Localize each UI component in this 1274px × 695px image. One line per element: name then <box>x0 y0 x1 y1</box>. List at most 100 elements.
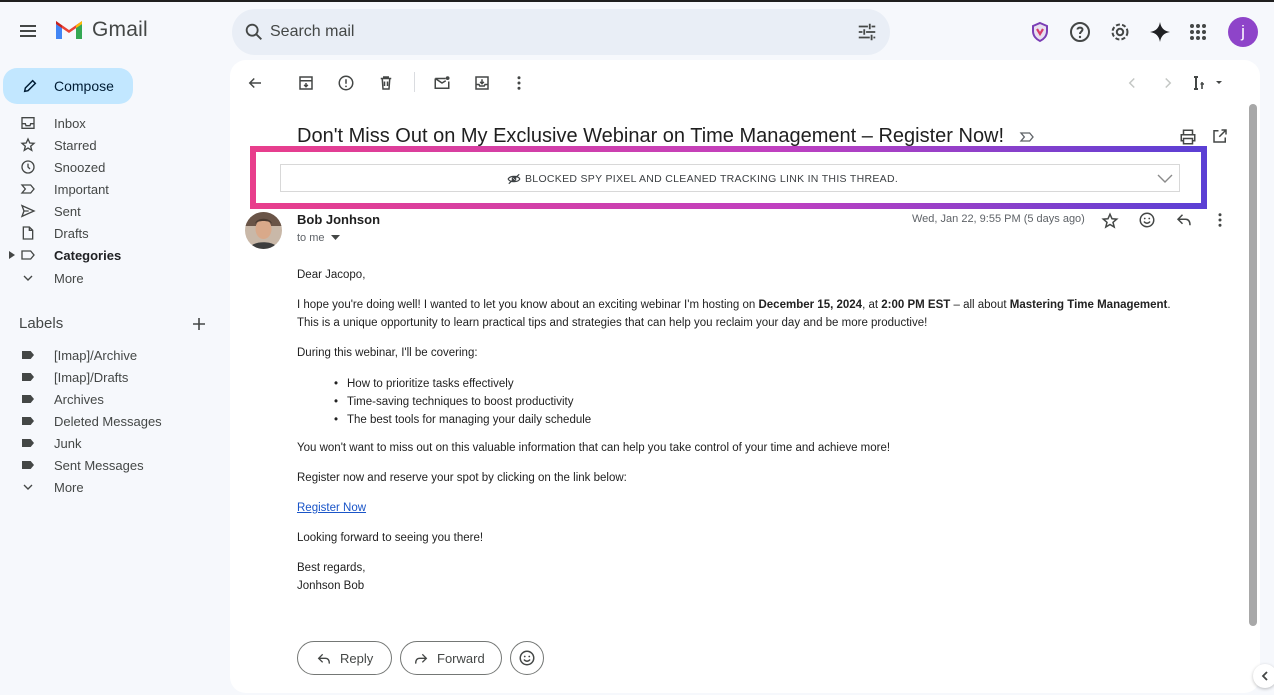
label-item-archives[interactable]: Archives <box>0 388 210 410</box>
email-bullet-list: How to prioritize tasks effectively Time… <box>334 375 591 429</box>
scrollbar-thumb[interactable] <box>1249 104 1257 626</box>
message-more-icon[interactable] <box>1211 211 1229 229</box>
print-icon[interactable] <box>1179 128 1197 146</box>
reply-button[interactable]: Reply <box>297 641 392 675</box>
sidebar-item-label: Starred <box>54 138 97 153</box>
sidebar-item-categories[interactable]: Categories <box>0 244 210 266</box>
list-item: The best tools for managing your daily s… <box>334 411 591 429</box>
sender-name: Bob Jonhson <box>297 212 381 227</box>
label-tag-icon <box>22 373 34 381</box>
more-options-icon[interactable] <box>510 74 528 92</box>
sidebar-item-drafts[interactable]: Drafts <box>0 222 210 244</box>
expand-caret-icon[interactable] <box>9 251 15 259</box>
gmail-logo[interactable]: Gmail <box>54 18 148 42</box>
sidebar-item-sent[interactable]: Sent <box>0 200 210 222</box>
compose-button[interactable]: Compose <box>3 68 133 104</box>
draft-icon <box>22 226 34 240</box>
sidebar-item-label: More <box>54 271 84 286</box>
email-paragraph-4: Register now and reserve your spot by cl… <box>297 472 627 484</box>
label-item-sent-messages[interactable]: Sent Messages <box>0 454 210 476</box>
forward-icon <box>415 653 428 664</box>
label-item-label: Sent Messages <box>54 458 144 473</box>
recipient-text: to me <box>297 232 325 244</box>
list-item: How to prioritize tasks effectively <box>334 375 591 393</box>
search-options-icon[interactable] <box>856 21 878 43</box>
email-paragraph-3: You won't want to miss out on this valua… <box>297 442 891 454</box>
chevron-down-icon[interactable] <box>1157 172 1173 184</box>
reply-label: Reply <box>340 651 374 666</box>
forward-label: Forward <box>437 651 485 666</box>
sidebar-item-label: Snoozed <box>54 160 106 175</box>
sidebar-item-important[interactable]: Important <box>0 178 210 200</box>
label-tag-icon <box>22 417 34 425</box>
chevron-left-icon <box>1261 671 1268 681</box>
sidebar-item-label: Categories <box>54 248 122 263</box>
banner-text: BLOCKED SPY PIXEL AND CLEANED TRACKING L… <box>525 173 899 185</box>
mark-unread-icon[interactable] <box>433 74 451 92</box>
shield-icon[interactable] <box>1028 20 1052 44</box>
open-new-window-icon[interactable] <box>1211 127 1229 145</box>
emoji-reaction-button[interactable] <box>510 641 544 675</box>
label-tag-icon <box>22 439 34 447</box>
star-icon[interactable] <box>1101 212 1119 230</box>
sidebar-item-more[interactable]: More <box>0 267 210 289</box>
sidebar-item-label: Important <box>54 182 109 197</box>
labels-more[interactable]: More <box>0 476 210 498</box>
sidebar-item-inbox[interactable]: Inbox <box>0 112 210 134</box>
help-icon[interactable] <box>1068 20 1092 44</box>
window-top-edge <box>0 0 1274 2</box>
label-icon <box>21 250 35 260</box>
sidebar-item-label: Drafts <box>54 226 89 241</box>
label-item-label: Deleted Messages <box>54 414 162 429</box>
labels-heading: Labels <box>19 315 64 332</box>
label-item-deleted-messages[interactable]: Deleted Messages <box>0 410 210 432</box>
important-label-icon[interactable] <box>1019 129 1035 145</box>
label-item-junk[interactable]: Junk <box>0 432 210 454</box>
tracker-blocked-banner[interactable]: BLOCKED SPY PIXEL AND CLEANED TRACKING L… <box>280 164 1180 192</box>
forward-button[interactable]: Forward <box>400 641 502 675</box>
account-avatar[interactable]: j <box>1228 17 1258 47</box>
report-spam-icon[interactable] <box>337 74 355 92</box>
sender-avatar[interactable] <box>245 212 282 249</box>
label-tag-icon <box>22 351 34 359</box>
sidebar-item-label: Inbox <box>54 116 86 131</box>
label-item-imap-drafts[interactable]: [Imap]/Drafts <box>0 366 210 388</box>
settings-icon[interactable] <box>1108 20 1132 44</box>
pencil-icon <box>23 79 37 93</box>
search-bar[interactable] <box>232 9 890 55</box>
email-paragraph-2: During this webinar, I'll be covering: <box>297 347 478 359</box>
label-item-imap-archive[interactable]: [Imap]/Archive <box>0 344 210 366</box>
important-icon <box>20 184 35 194</box>
gemini-sparkle-icon[interactable] <box>1148 20 1172 44</box>
label-item-label: Junk <box>54 436 82 451</box>
side-panel-toggle[interactable] <box>1253 664 1274 688</box>
move-to-icon[interactable] <box>473 74 491 92</box>
search-input[interactable] <box>270 21 830 43</box>
back-arrow-icon[interactable] <box>246 74 264 92</box>
delete-icon[interactable] <box>377 74 395 92</box>
email-signoff: Best regards, <box>297 562 366 574</box>
apps-grid-icon[interactable] <box>1186 20 1210 44</box>
app-name: Gmail <box>92 18 148 41</box>
email-date: Wed, Jan 22, 9:55 PM (5 days ago) <box>912 213 1085 225</box>
inbox-icon <box>21 117 35 129</box>
newer-chevron-icon[interactable] <box>1123 74 1141 92</box>
label-item-label: [Imap]/Drafts <box>54 370 129 385</box>
eye-slash-icon <box>507 173 521 185</box>
sidebar-item-snoozed[interactable]: Snoozed <box>0 156 210 178</box>
email-paragraph-1: I hope you're doing well! I wanted to le… <box>297 299 1171 329</box>
chevron-down-icon <box>23 484 33 490</box>
label-item-label: Archives <box>54 392 104 407</box>
add-label-icon[interactable] <box>191 316 207 332</box>
label-tag-icon <box>22 461 34 469</box>
older-chevron-icon[interactable] <box>1159 74 1177 92</box>
main-menu-icon[interactable] <box>16 19 40 43</box>
reply-icon[interactable] <box>1175 211 1193 229</box>
recipient-dropdown[interactable]: to me <box>297 232 340 244</box>
search-icon[interactable] <box>243 21 265 43</box>
register-now-link[interactable]: Register Now <box>297 502 366 514</box>
emoji-react-icon[interactable] <box>1138 211 1156 229</box>
input-tools-icon[interactable] <box>1193 74 1227 92</box>
sidebar-item-starred[interactable]: Starred <box>0 134 210 156</box>
archive-icon[interactable] <box>297 74 315 92</box>
